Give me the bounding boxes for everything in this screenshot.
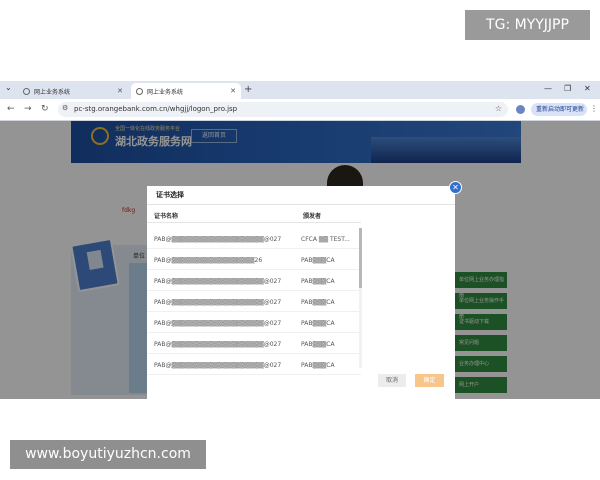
certificate-dialog: 证书选择 证书名称 颁发者 PAB@▒▒▒▒▒▒▒▒▒▒▒▒▒▒▒▒▒▒▒▒@0… [147,186,455,399]
tab-search-chevron-icon[interactable]: ⌄ [5,83,12,92]
address-bar[interactable]: ⚙ pc-stg.orangebank.com.cn/whgjj/logon_p… [58,102,508,117]
tab-label: 网上业务系统 [34,88,71,96]
certificate-issuer: PAB▒▒▒CA [301,257,335,264]
update-button[interactable]: 重新启动即可更新 [531,103,587,116]
certificate-name: PAB@▒▒▒▒▒▒▒▒▒▒▒▒▒▒▒▒▒▒▒▒@027 [154,278,282,285]
dialog-title: 证书选择 [147,186,455,205]
certificate-issuer: PAB▒▒▒CA [301,341,335,348]
browser-tab-1[interactable]: 网上业务系统 ✕ [18,83,128,99]
restore-icon[interactable]: ❐ [564,84,571,93]
tab-close-icon[interactable]: ✕ [117,87,123,95]
certificate-issuer: PAB▒▒▒CA [301,278,335,285]
certificate-issuer: CFCA ▒▒ TEST... [301,236,350,243]
certificate-name: PAB@▒▒▒▒▒▒▒▒▒▒▒▒▒▒▒▒▒▒▒▒@027 [154,299,282,306]
screenshot: ⌄ 网上业务系统 ✕ 网上业务系统 ✕ + — ❐ ✕ ← → ↻ ⚙ pc-s… [0,0,600,480]
list-scrollbar-thumb[interactable] [359,228,362,288]
table-row[interactable]: PAB@▒▒▒▒▒▒▒▒▒▒▒▒▒▒▒▒▒▒▒▒@027 PAB▒▒▒CA [147,291,361,312]
column-header-name: 证书名称 [154,213,179,220]
table-row[interactable]: PAB@▒▒▒▒▒▒▒▒▒▒▒▒▒▒▒▒▒▒▒▒@027 PAB▒▒▒CA [147,354,361,375]
window-close-icon[interactable]: ✕ [584,84,591,93]
certificate-name: PAB@▒▒▒▒▒▒▒▒▒▒▒▒▒▒▒▒▒▒26 [154,257,263,264]
table-row[interactable]: PAB@▒▒▒▒▒▒▒▒▒▒▒▒▒▒▒▒▒▒▒▒@027 PAB▒▒▒CA [147,333,361,354]
certificate-name: PAB@▒▒▒▒▒▒▒▒▒▒▒▒▒▒▒▒▒▒▒▒@027 [154,320,282,327]
browser-toolbar: ← → ↻ ⚙ pc-stg.orangebank.com.cn/whgjj/l… [0,99,600,121]
dialog-close-icon[interactable]: ✕ [449,181,462,194]
bookmark-star-icon[interactable]: ☆ [495,104,502,113]
confirm-button[interactable]: 确定 [415,374,444,387]
certificate-name: PAB@▒▒▒▒▒▒▒▒▒▒▒▒▒▒▒▒▒▒▒▒@027 [154,341,282,348]
table-row[interactable]: PAB@▒▒▒▒▒▒▒▒▒▒▒▒▒▒▒▒▒▒▒▒@027 PAB▒▒▒CA [147,312,361,333]
forward-arrow-icon[interactable]: → [24,104,32,114]
back-arrow-icon[interactable]: ← [7,104,15,114]
certificate-name: PAB@▒▒▒▒▒▒▒▒▒▒▒▒▒▒▒▒▒▒▒▒@027 [154,236,282,243]
table-row[interactable]: PAB@▒▒▒▒▒▒▒▒▒▒▒▒▒▒▒▒▒▒26 PAB▒▒▒CA [147,249,361,270]
browser-tab-2-active[interactable]: 网上业务系统 ✕ [131,83,241,99]
column-header-issuer: 颁发者 [303,213,322,220]
certificate-issuer: PAB▒▒▒CA [301,299,335,306]
tab-label: 网上业务系统 [147,88,184,96]
globe-icon [23,87,30,95]
certificate-list: PAB@▒▒▒▒▒▒▒▒▒▒▒▒▒▒▒▒▒▒▒▒@027 CFCA ▒▒ TES… [147,228,361,375]
profile-avatar-icon[interactable] [516,105,525,114]
browser-tab-strip: ⌄ 网上业务系统 ✕ 网上业务系统 ✕ + — ❐ ✕ [0,81,600,99]
minimize-icon[interactable]: — [544,84,552,93]
more-menu-icon[interactable]: ⋮ [590,104,598,113]
reload-icon[interactable]: ↻ [41,104,49,114]
site-info-icon[interactable]: ⚙ [62,104,68,112]
table-row[interactable]: PAB@▒▒▒▒▒▒▒▒▒▒▒▒▒▒▒▒▒▒▒▒@027 CFCA ▒▒ TES… [147,228,361,249]
address-url: pc-stg.orangebank.com.cn/whgjj/logon_pro… [74,105,238,113]
new-tab-button[interactable]: + [244,84,252,96]
cancel-button[interactable]: 取消 [378,374,406,387]
globe-icon [136,87,143,95]
table-row[interactable]: PAB@▒▒▒▒▒▒▒▒▒▒▒▒▒▒▒▒▒▒▒▒@027 PAB▒▒▒CA [147,270,361,291]
watermark-tag: TG: MYYJJPP [465,10,590,40]
certificate-name: PAB@▒▒▒▒▒▒▒▒▒▒▒▒▒▒▒▒▒▒▒▒@027 [154,362,282,369]
watermark-url: www.boyutiyuzhcn.com [10,440,206,469]
table-header: 证书名称 颁发者 [147,205,361,223]
certificate-issuer: PAB▒▒▒CA [301,320,335,327]
tab-close-icon[interactable]: ✕ [230,87,236,95]
certificate-issuer: PAB▒▒▒CA [301,362,335,369]
